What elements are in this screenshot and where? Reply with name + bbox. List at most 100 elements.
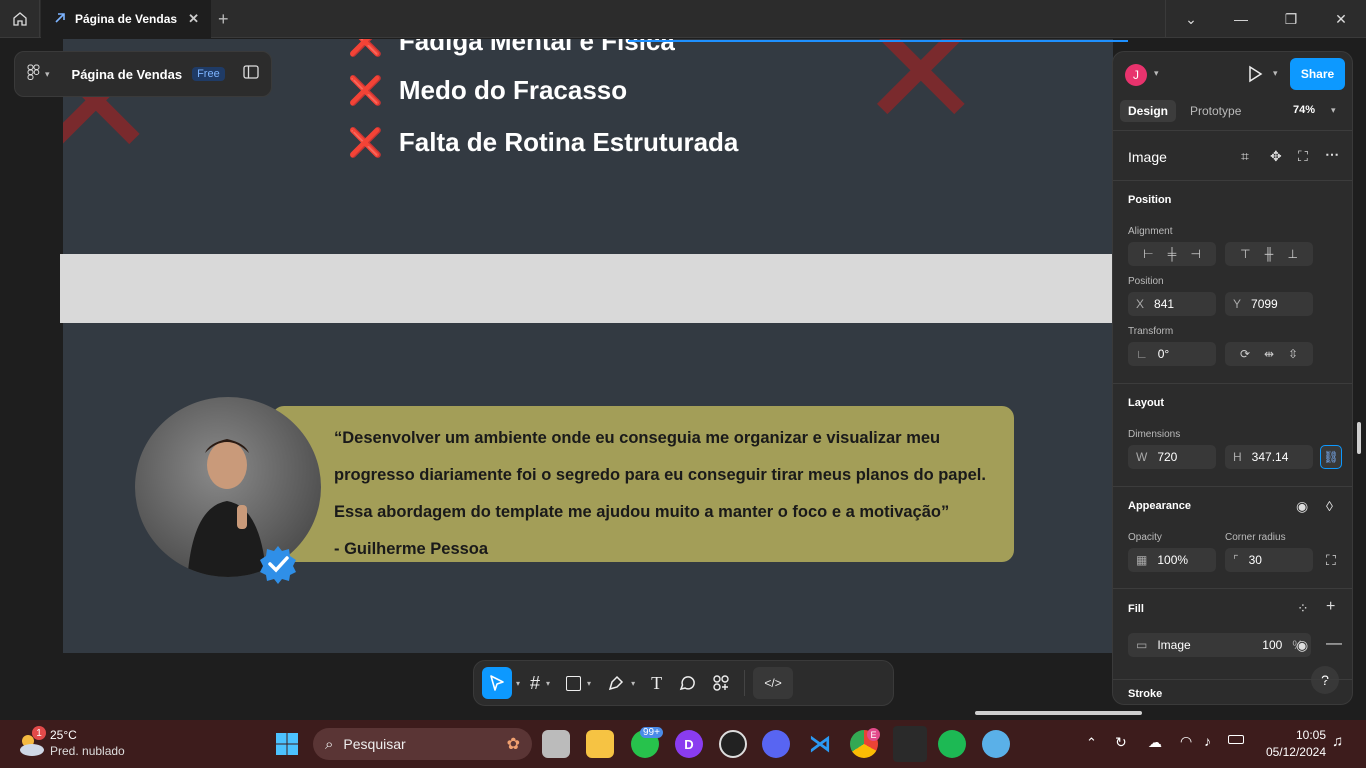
flip-vertical-icon[interactable]: ⇳ (1288, 347, 1298, 361)
crop-icon[interactable]: ⌗ (1241, 148, 1249, 165)
properties-panel: J ▾ ▾ Share Design Prototype 74% ▾ Image… (1112, 51, 1353, 705)
align-center-horizontal-icon[interactable]: ╪ (1168, 247, 1177, 261)
frame-tool[interactable]: # ▾ (524, 667, 556, 699)
close-window-button[interactable]: ✕ (1316, 0, 1366, 38)
shape-tool[interactable]: ▾ (560, 667, 597, 699)
image-fill-icon: ▭ (1136, 638, 1148, 652)
file-explorer-icon[interactable] (586, 730, 614, 758)
notification-bell-icon[interactable]: ♫ (1332, 733, 1343, 750)
chevron-down-icon[interactable]: ▾ (516, 679, 520, 688)
resize-icon[interactable]: ⛶ (1298, 148, 1308, 165)
paint-app-icon[interactable] (982, 730, 1010, 758)
chevron-down-icon[interactable]: ▾ (1331, 105, 1336, 116)
move-tool[interactable] (482, 667, 512, 699)
show-hidden-icons-chevron-icon[interactable]: ⌃ (1086, 735, 1097, 751)
vscode-icon[interactable]: ⋊ (806, 730, 834, 758)
corner-radius-field[interactable]: ⌜ 30 (1225, 548, 1313, 572)
user-avatar[interactable]: J (1125, 64, 1147, 86)
file-name[interactable]: Página de Vendas (72, 67, 183, 82)
rotate-icon[interactable]: ⟳ (1240, 347, 1250, 361)
blend-mode-drop-icon[interactable]: ◊ (1326, 498, 1333, 514)
pen-tool[interactable]: ▾ (601, 667, 641, 699)
spotify-icon[interactable] (938, 730, 966, 758)
x-position-field[interactable]: X 841 (1128, 292, 1216, 316)
chevron-down-icon[interactable]: ▾ (1154, 68, 1159, 79)
weather-widget[interactable]: 1 25°C Pred. nublado (16, 726, 136, 762)
cloud-offline-icon[interactable]: ☁ (1148, 734, 1162, 751)
align-middle-icon[interactable]: ╫ (1265, 247, 1274, 261)
wifi-icon[interactable]: ◠ (1180, 733, 1192, 750)
comment-tool[interactable] (672, 667, 702, 699)
testimonial-card[interactable]: “Desenvolver um ambiente onde eu consegu… (272, 406, 1014, 562)
actions-tool[interactable] (706, 667, 736, 699)
vertical-alignment-group: ⊤ ╫ ⊥ (1225, 242, 1313, 266)
styles-grid-icon[interactable]: ⁘ (1297, 600, 1309, 617)
obs-icon[interactable] (719, 730, 747, 758)
sync-icon[interactable]: ↻ (1115, 734, 1127, 751)
component-icon[interactable]: ✥ (1270, 148, 1282, 165)
testimonial-line: progresso diariamente foi o segredo para… (334, 466, 986, 484)
chevron-down-icon[interactable]: ▾ (45, 69, 50, 80)
app-d-icon[interactable]: D (675, 730, 703, 758)
rotation-field[interactable]: ∟ 0° (1128, 342, 1216, 366)
start-windows-icon[interactable] (273, 730, 301, 758)
panel-toggle-icon[interactable] (243, 64, 259, 84)
fill-opacity[interactable]: 100 (1262, 638, 1282, 652)
task-view-icon[interactable] (542, 730, 570, 758)
tab-pagina-de-vendas[interactable]: Página de Vendas ✕ (41, 0, 211, 38)
red-x-icon: ❌ (348, 74, 383, 107)
pen-icon (608, 675, 624, 691)
align-bottom-icon[interactable]: ⊥ (1287, 247, 1297, 261)
add-fill-icon[interactable]: + (1326, 598, 1335, 616)
home-icon[interactable] (0, 0, 40, 38)
y-position-field[interactable]: Y 7099 (1225, 292, 1313, 316)
volume-icon[interactable]: ♪ (1204, 733, 1211, 749)
figma-taskbar-icon[interactable] (893, 726, 927, 762)
appearance-section-title: Appearance (1128, 500, 1191, 512)
width-field[interactable]: W 720 (1128, 445, 1216, 469)
height-field[interactable]: H 347.14 (1225, 445, 1313, 469)
discord-icon[interactable] (762, 730, 790, 758)
share-button[interactable]: Share (1290, 58, 1345, 90)
flip-horizontal-icon[interactable]: ⇹ (1264, 347, 1274, 361)
align-left-icon[interactable]: ⊢ (1143, 247, 1153, 261)
tab-design[interactable]: Design (1120, 100, 1177, 122)
placeholder-band[interactable] (60, 254, 1113, 323)
figma-menu-icon[interactable] (27, 64, 41, 85)
align-right-icon[interactable]: ⊣ (1190, 247, 1200, 261)
pain-point-item: ❌ Falta de Rotina Estruturada (348, 126, 738, 159)
weather-temperature: 25°C (50, 728, 77, 742)
minimize-button[interactable]: — (1216, 0, 1266, 38)
horizontal-scrollbar[interactable] (975, 711, 1142, 715)
text-tool[interactable]: T (645, 667, 668, 699)
vertical-scrollbar[interactable] (1357, 422, 1361, 454)
chevron-down-icon[interactable]: ⌄ (1166, 0, 1216, 38)
dev-mode-toggle[interactable]: </> (753, 667, 794, 699)
chevron-down-icon[interactable]: ▾ (1273, 68, 1278, 79)
visibility-eye-icon[interactable]: ◉ (1296, 498, 1308, 515)
text-icon: T (651, 672, 663, 693)
plan-badge: Free (192, 67, 225, 81)
opacity-field[interactable]: ▦ 100% (1128, 548, 1216, 572)
help-button[interactable]: ? (1311, 666, 1339, 694)
new-tab-button[interactable]: + (218, 9, 229, 30)
title-bar: Página de Vendas ✕ + ⌄ — ❐ ✕ (0, 0, 1366, 38)
corner-radius-icon: ⌜ (1233, 553, 1239, 567)
present-play-icon[interactable] (1247, 65, 1263, 88)
independent-corners-icon[interactable]: ⛶ (1326, 552, 1336, 569)
clock[interactable]: 10:05 05/12/2024 (1256, 728, 1326, 759)
figma-file-icon (53, 11, 67, 28)
battery-icon[interactable] (1228, 735, 1244, 744)
align-top-icon[interactable]: ⊤ (1240, 247, 1250, 261)
constrain-proportions-icon[interactable]: ⛓ (1320, 445, 1342, 469)
remove-fill-icon[interactable]: — (1326, 635, 1342, 653)
maximize-button[interactable]: ❐ (1266, 0, 1316, 38)
fill-row[interactable]: ▭ Image 100 % (1128, 633, 1311, 657)
taskbar-search[interactable]: ⌕ Pesquisar ✿ (313, 728, 532, 760)
testimonial-author: - Guilherme Pessoa (334, 540, 489, 558)
tab-prototype[interactable]: Prototype (1190, 100, 1241, 122)
fill-visibility-eye-icon[interactable]: ◉ (1296, 637, 1308, 654)
close-tab-icon[interactable]: ✕ (188, 11, 199, 27)
more-options-icon[interactable]: ⋯ (1325, 146, 1339, 163)
zoom-level[interactable]: 74% (1293, 104, 1315, 116)
